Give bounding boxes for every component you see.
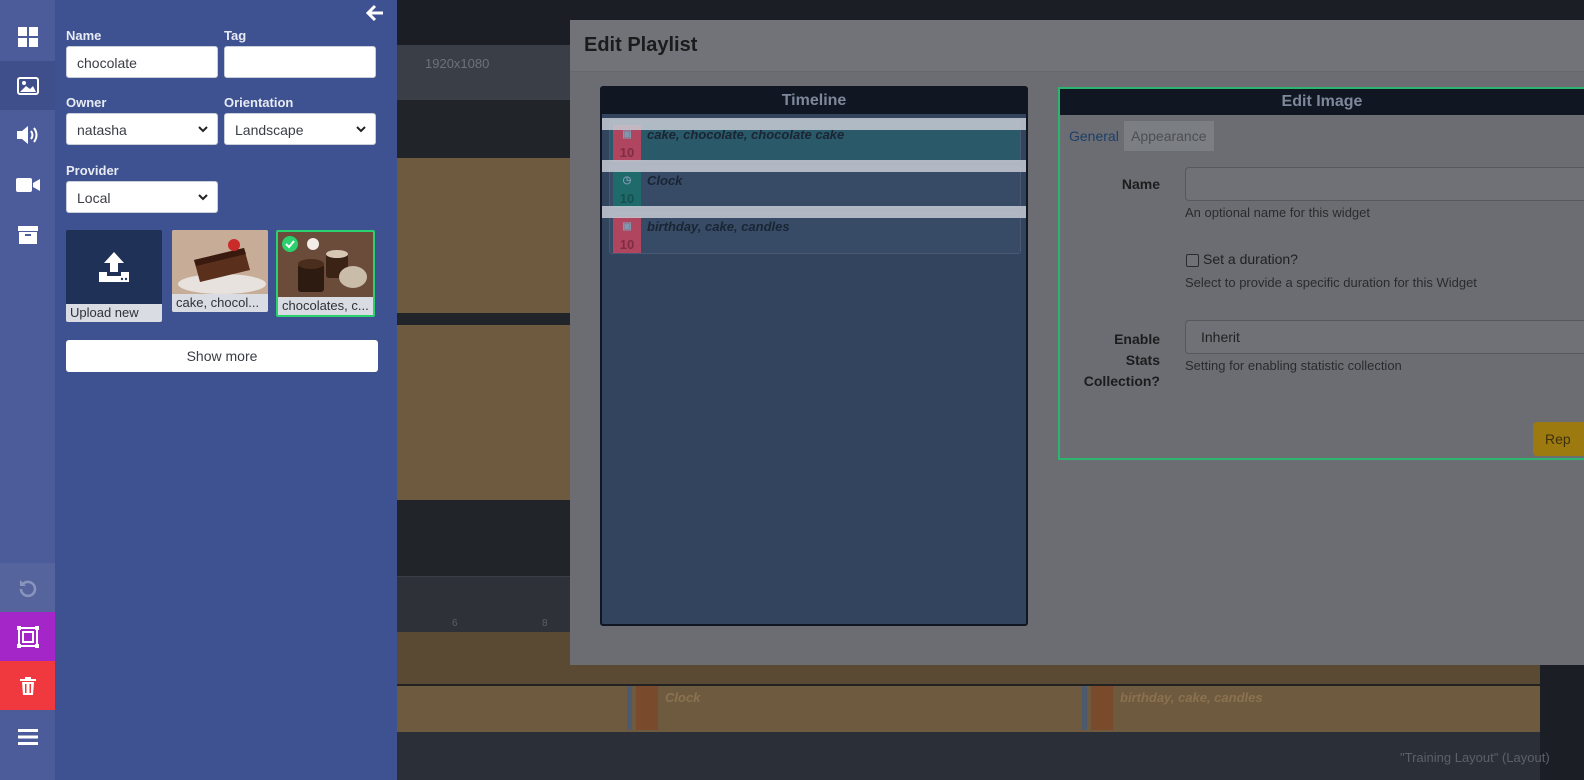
image-icon: ▣ 10 bbox=[613, 217, 641, 253]
archive-button[interactable] bbox=[0, 210, 55, 259]
chevron-down-icon bbox=[198, 194, 208, 201]
replace-button[interactable]: Rep bbox=[1533, 422, 1584, 456]
track-item: birthday, cake, candles bbox=[1120, 690, 1263, 705]
check-circle-icon bbox=[282, 236, 298, 252]
upload-new-card[interactable]: Upload new bbox=[66, 230, 162, 322]
card-caption: cake, chocol... bbox=[172, 294, 268, 312]
edit-image-header: Edit Image bbox=[1060, 89, 1584, 115]
stats-help-text: Setting for enabling statistic collectio… bbox=[1185, 358, 1402, 373]
name-label: Name bbox=[1121, 176, 1160, 192]
orientation-select[interactable]: Landscape bbox=[224, 113, 376, 145]
library-image-button[interactable] bbox=[0, 61, 55, 110]
show-more-button[interactable]: Show more bbox=[66, 340, 378, 372]
layout-select-button[interactable] bbox=[0, 612, 55, 661]
edit-playlist-modal: Edit Playlist Timeline ▣ 10 cake, chocol… bbox=[570, 20, 1584, 665]
undo-icon bbox=[19, 579, 36, 597]
orientation-filter-label: Orientation bbox=[224, 95, 294, 110]
drop-zone-highlight bbox=[602, 118, 1026, 130]
stats-collection-value: Inherit bbox=[1201, 329, 1240, 345]
duration-help-text: Select to provide a specific duration fo… bbox=[1185, 275, 1477, 290]
card-caption: chocolates, c... bbox=[278, 297, 373, 315]
orientation-value: Landscape bbox=[235, 122, 304, 138]
owner-filter-label: Owner bbox=[66, 95, 107, 110]
undo-button[interactable] bbox=[0, 563, 55, 612]
upload-icon bbox=[99, 252, 129, 282]
timeline-header: Timeline bbox=[602, 88, 1026, 114]
cake-thumbnail bbox=[172, 230, 268, 294]
name-help-text: An optional name for this widget bbox=[1185, 205, 1370, 220]
tag-filter-label: Tag bbox=[224, 28, 247, 43]
item-duration: 10 bbox=[613, 237, 641, 253]
track-widget-icon bbox=[1091, 686, 1113, 730]
archive-icon bbox=[17, 225, 38, 244]
set-duration-label: Set a duration? bbox=[1203, 251, 1298, 267]
layout-footer-text: "Training Layout" (Layout) bbox=[1400, 750, 1550, 765]
image-icon bbox=[16, 76, 39, 95]
drop-zone-highlight bbox=[602, 160, 1026, 172]
menu-button[interactable] bbox=[0, 712, 55, 761]
stats-label: Enable Stats Collection? bbox=[1083, 331, 1160, 389]
card-caption: Upload new bbox=[66, 304, 162, 322]
modal-header: Edit Playlist bbox=[570, 20, 1584, 72]
provider-select[interactable]: Local bbox=[66, 181, 218, 213]
grid-icon bbox=[17, 26, 38, 47]
playlist-timeline: Timeline ▣ 10 cake, chocolate, chocolate… bbox=[600, 86, 1028, 626]
chevron-down-icon bbox=[198, 126, 208, 133]
timeline-track bbox=[397, 684, 1557, 732]
provider-filter-label: Provider bbox=[66, 163, 119, 178]
resolution-text: 1920x1080 bbox=[425, 56, 490, 71]
track-item: Clock bbox=[665, 690, 701, 705]
name-filter-label: Name bbox=[66, 28, 102, 43]
chevron-down-icon bbox=[356, 126, 366, 133]
media-card[interactable]: cake, chocol... bbox=[172, 230, 268, 312]
media-card-selected[interactable]: chocolates, c... bbox=[276, 230, 375, 317]
hamburger-icon bbox=[17, 728, 38, 745]
arrow-left-icon bbox=[365, 4, 383, 22]
tab-appearance[interactable]: Appearance bbox=[1124, 121, 1214, 151]
object-group-icon bbox=[16, 625, 39, 648]
set-duration-checkbox[interactable] bbox=[1186, 254, 1199, 267]
audio-button[interactable] bbox=[0, 110, 55, 159]
modal-title: Edit Playlist bbox=[584, 34, 698, 56]
volume-icon bbox=[16, 125, 37, 144]
owner-value: natasha bbox=[77, 122, 127, 138]
edit-image-panel: Edit Image General Appearance Name An op… bbox=[1058, 87, 1584, 460]
track-separator bbox=[627, 686, 632, 730]
provider-value: Local bbox=[77, 190, 111, 206]
toolbar-rail bbox=[0, 0, 55, 780]
delete-button[interactable] bbox=[0, 661, 55, 710]
owner-select[interactable]: natasha bbox=[66, 113, 218, 145]
tag-filter-input[interactable] bbox=[224, 46, 376, 78]
ruler-tick: 6 bbox=[452, 618, 458, 629]
name-filter-input[interactable]: chocolate bbox=[66, 46, 218, 78]
ruler-tick: 8 bbox=[542, 618, 548, 629]
video-button[interactable] bbox=[0, 160, 55, 209]
timeline-item-label: Clock bbox=[647, 173, 683, 188]
item-duration: 10 bbox=[613, 191, 641, 207]
clock-icon: ◷ 10 bbox=[613, 171, 641, 207]
timeline-item-label: birthday, cake, candles bbox=[647, 219, 790, 234]
video-icon bbox=[15, 177, 40, 192]
widget-name-input[interactable] bbox=[1185, 167, 1584, 201]
image-icon: ▣ 10 bbox=[613, 125, 641, 161]
collapse-toolbox-button[interactable] bbox=[365, 4, 388, 26]
track-widget-icon bbox=[636, 686, 658, 730]
timeline-item[interactable]: ▣ 10 birthday, cake, candles bbox=[609, 212, 1021, 254]
trash-icon bbox=[19, 676, 36, 695]
widgets-button[interactable] bbox=[0, 12, 55, 61]
timeline-item[interactable]: ◷ 10 Clock bbox=[609, 166, 1021, 208]
tab-general[interactable]: General bbox=[1062, 121, 1126, 151]
item-duration: 10 bbox=[613, 145, 641, 161]
track-separator bbox=[1082, 686, 1087, 730]
stats-collection-select[interactable]: Inherit bbox=[1185, 320, 1584, 354]
drop-zone-highlight bbox=[602, 206, 1026, 218]
